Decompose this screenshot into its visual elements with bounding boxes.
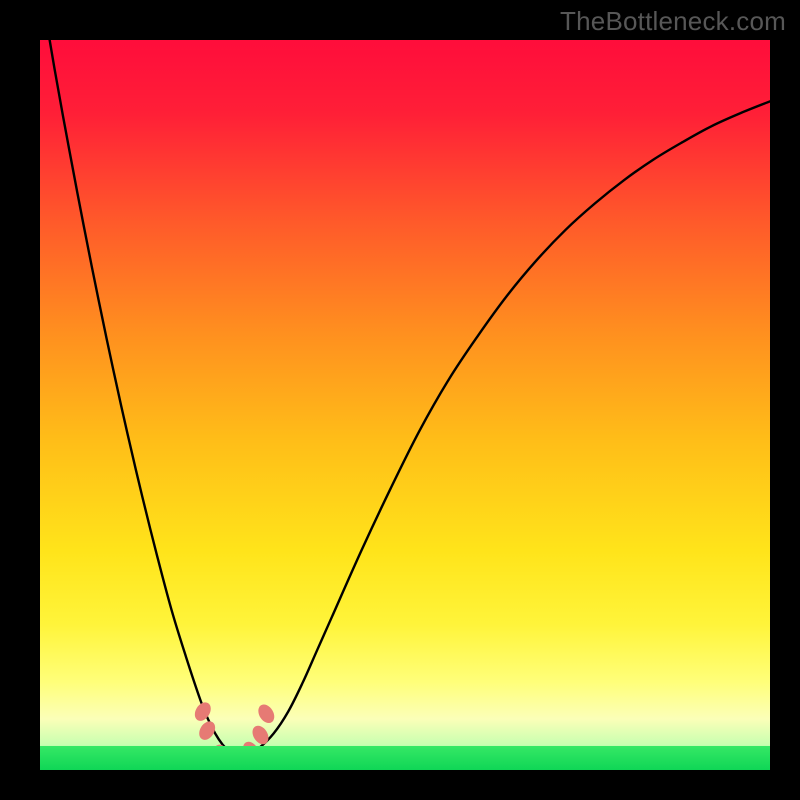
data-marker <box>196 718 218 742</box>
data-marker <box>255 702 277 726</box>
plot-area <box>40 40 770 770</box>
green-band <box>40 746 770 770</box>
chart-frame: TheBottleneck.com <box>0 0 800 800</box>
data-marker <box>192 699 214 723</box>
marker-layer <box>40 40 770 770</box>
watermark-text: TheBottleneck.com <box>560 6 786 37</box>
